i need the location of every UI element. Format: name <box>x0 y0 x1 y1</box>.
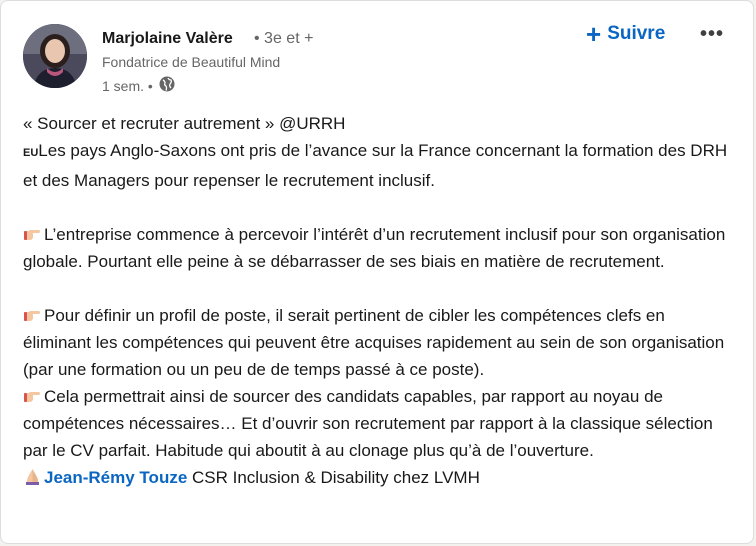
post-paragraph-2: L’entreprise commence à percevoir l’inté… <box>23 221 728 275</box>
post-paragraph-2-text: L’entreprise commence à percevoir l’inté… <box>23 225 726 271</box>
backhand-index-pointing-right-icon <box>23 384 41 402</box>
backhand-index-pointing-right-icon <box>23 303 41 321</box>
post-time: 1 sem. • <box>102 77 153 94</box>
post-paragraph-4-text: Cela permettrait ainsi de sourcer des ca… <box>23 387 713 460</box>
post-card: Marjolaine Valère • 3e et + Fondatrice d… <box>0 0 754 544</box>
author-avatar[interactable] <box>23 24 87 88</box>
post-text: « Sourcer et recruter autrement » @URRH … <box>23 110 728 491</box>
post-paragraph-4: Cela permettrait ainsi de sourcer des ca… <box>23 383 728 464</box>
post-meta: 1 sem. • <box>102 76 175 95</box>
author-name[interactable]: Marjolaine Valère <box>102 30 233 48</box>
backhand-index-pointing-right-icon <box>23 222 41 240</box>
mention-headline: CSR Inclusion & Disability chez LVMH <box>187 468 480 487</box>
post-line-2: Les pays Anglo-Saxons ont pris de l’avan… <box>23 141 728 190</box>
mention-link[interactable]: Jean-Rémy Touze <box>44 468 187 487</box>
more-options-button[interactable]: ••• <box>700 23 724 46</box>
follow-button[interactable]: + Suivre <box>586 20 665 48</box>
post-paragraph-1: EULes pays Anglo-Saxons ont pris de l’av… <box>23 137 728 194</box>
plus-icon: + <box>586 19 602 49</box>
post-mention-line: Jean-Rémy Touze CSR Inclusion & Disabili… <box>23 464 728 491</box>
eu-flag-icon: EU <box>23 147 39 159</box>
connection-degree: • 3e et + <box>254 30 314 47</box>
follow-label: Suivre <box>607 23 666 44</box>
globe-icon <box>159 76 175 95</box>
post-paragraph-3: Pour définir un profil de poste, il sera… <box>23 302 728 383</box>
post-line-1: « Sourcer et recruter autrement » @URRH <box>23 114 346 133</box>
folded-hands-icon <box>23 466 42 485</box>
post-paragraph-3-text: Pour définir un profil de poste, il sera… <box>23 306 725 379</box>
author-headline: Fondatrice de Beautiful Mind <box>102 54 281 70</box>
